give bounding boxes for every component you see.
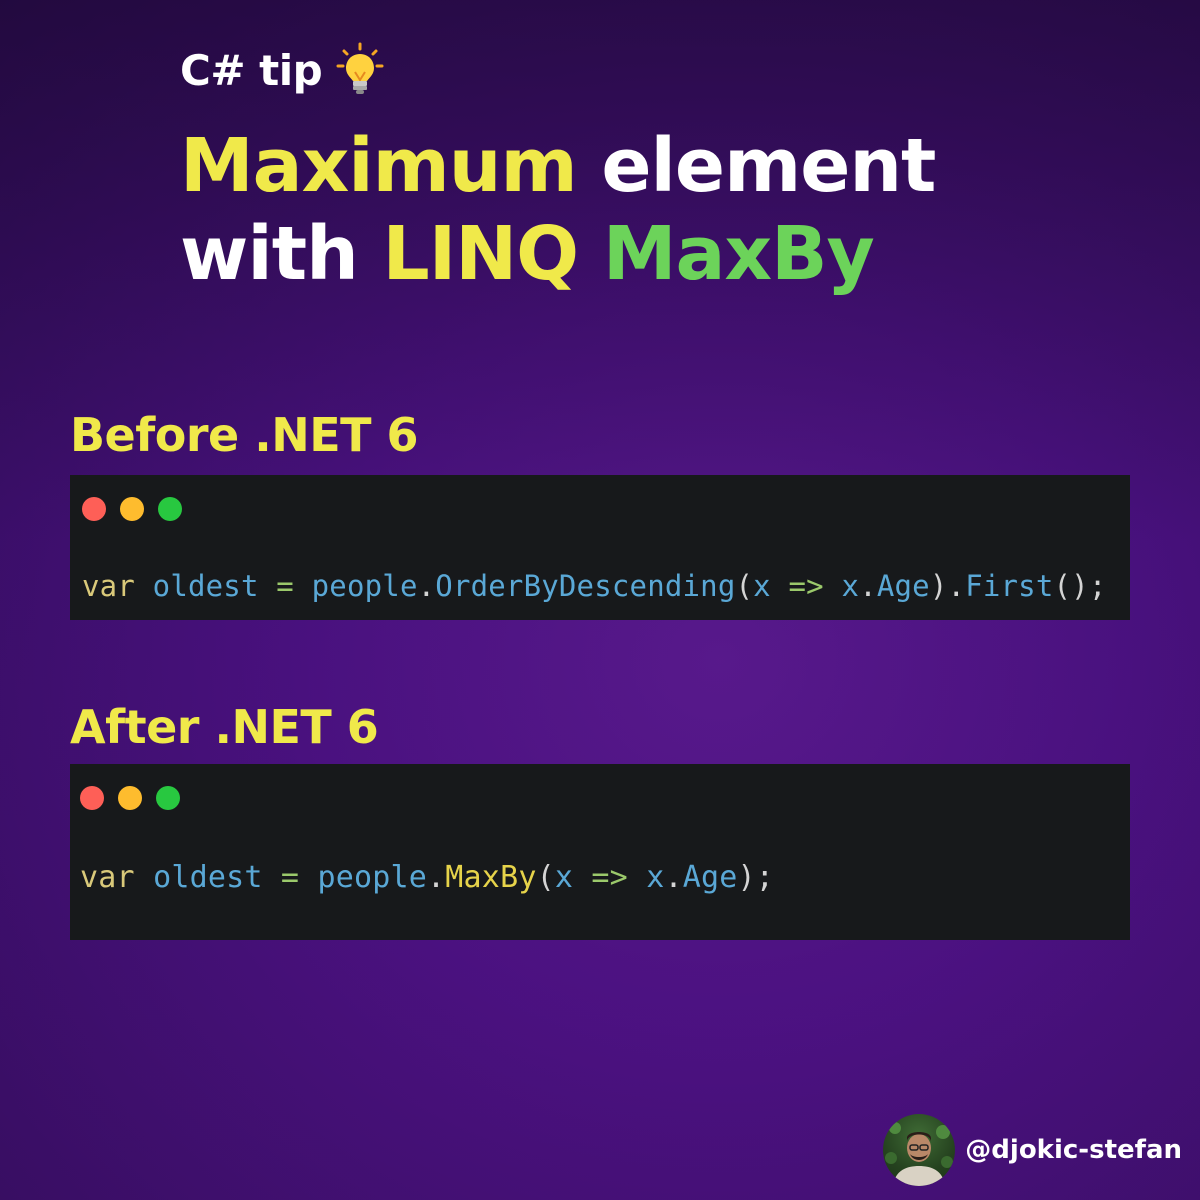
code-object: people xyxy=(311,569,418,603)
code-variable: oldest xyxy=(153,860,263,895)
headline-line-1: Maximum element xyxy=(180,122,936,210)
code-param: x xyxy=(753,569,771,603)
tip-label-text: C# tip xyxy=(180,45,323,95)
code-operator: = xyxy=(276,569,294,603)
tip-label: C# tip xyxy=(180,40,384,100)
author-handle[interactable]: @djokic-stefan xyxy=(965,1135,1182,1165)
close-dot-icon xyxy=(80,786,104,810)
minimize-dot-icon xyxy=(118,786,142,810)
minimize-dot-icon xyxy=(120,497,144,521)
after-code-window: var oldest = people.MaxBy(x => x.Age); xyxy=(70,764,1130,940)
code-dot: . xyxy=(947,569,966,603)
code-dot: . xyxy=(664,860,683,895)
headline-highlight-linq: LINQ xyxy=(382,211,580,297)
code-dot: . xyxy=(859,569,877,603)
window-controls xyxy=(80,786,194,810)
headline-highlight-maximum: Maximum xyxy=(180,123,578,209)
code-dot: . xyxy=(427,860,446,895)
code-param: x xyxy=(841,569,860,603)
after-code-line: var oldest = people.MaxBy(x => x.Age); xyxy=(80,860,774,895)
avatar[interactable] xyxy=(883,1114,956,1186)
code-tail: ); xyxy=(737,860,775,895)
code-param: x xyxy=(646,860,665,895)
before-title: Before .NET 6 xyxy=(70,408,419,462)
code-keyword: var xyxy=(82,569,135,603)
code-dot: . xyxy=(417,569,436,603)
close-dot-icon xyxy=(82,497,106,521)
before-code-line: var oldest = people.OrderByDescending(x … xyxy=(82,569,1106,603)
headline-element: element xyxy=(576,123,936,209)
code-variable: oldest xyxy=(152,569,259,603)
headline-highlight-maxby: MaxBy xyxy=(578,211,875,297)
code-operator: = xyxy=(280,860,300,895)
code-paren: ( xyxy=(536,860,555,895)
lightbulb-icon xyxy=(336,42,384,98)
code-paren: ( xyxy=(735,569,754,603)
code-tail: (); xyxy=(1053,569,1107,603)
code-arrow: => xyxy=(788,569,824,603)
code-method: MaxBy xyxy=(445,860,537,895)
window-controls xyxy=(82,497,196,521)
maximize-dot-icon xyxy=(156,786,180,810)
code-property: Age xyxy=(876,569,930,603)
headline: Maximum element with LINQ MaxBy xyxy=(180,122,936,298)
after-title: After .NET 6 xyxy=(70,700,379,754)
code-arrow: => xyxy=(591,860,628,895)
author-badge[interactable]: @djokic-stefan xyxy=(883,1114,1182,1186)
code-paren: ) xyxy=(929,569,948,603)
headline-with: with xyxy=(180,211,383,297)
before-code-window: var oldest = people.OrderByDescending(x … xyxy=(70,475,1130,620)
code-keyword: var xyxy=(80,860,135,895)
code-object: people xyxy=(317,860,428,895)
code-method: OrderByDescending xyxy=(435,569,736,603)
code-method: First xyxy=(965,569,1054,603)
code-property: Age xyxy=(682,860,738,895)
maximize-dot-icon xyxy=(158,497,182,521)
headline-line-2: with LINQ MaxBy xyxy=(180,210,935,298)
code-param: x xyxy=(554,860,574,895)
